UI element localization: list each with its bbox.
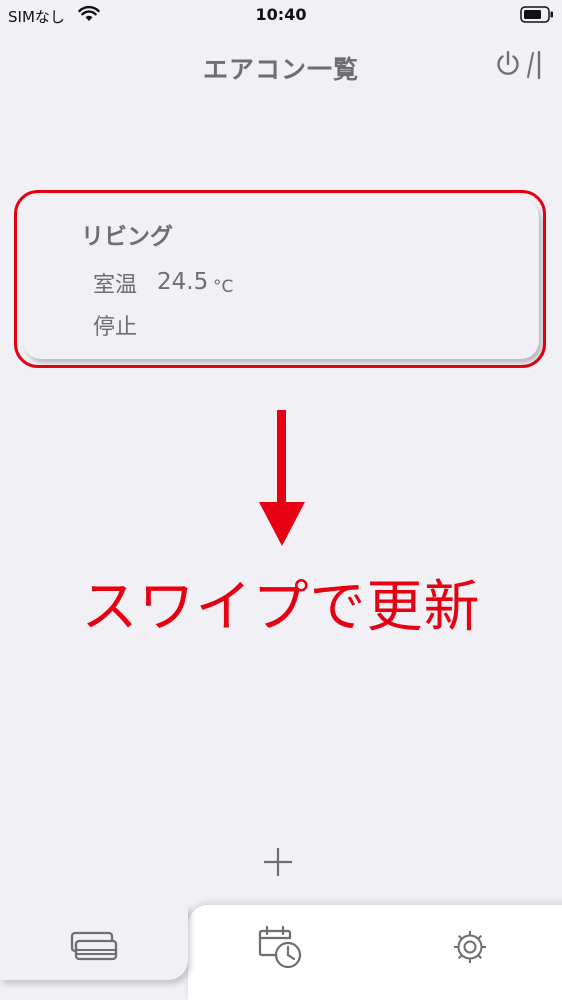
clock-time: 10:40	[255, 5, 307, 24]
tab-aircon-list[interactable]	[0, 905, 188, 980]
aircon-status: 停止	[93, 315, 138, 340]
plus-icon	[264, 848, 292, 876]
room-temp-unit: °C	[213, 277, 234, 297]
add-aircon-button[interactable]	[258, 842, 298, 882]
tab-timer[interactable]	[240, 919, 320, 979]
room-temp-value: 24.5	[157, 269, 209, 295]
aircon-card-highlight: リビング 室温 24.5 °C 停止	[14, 190, 546, 368]
power-toggle-button[interactable]	[494, 48, 544, 82]
battery-icon	[520, 6, 554, 27]
nav-bar: エアコン一覧	[0, 40, 562, 90]
arrow-down-icon	[259, 410, 305, 550]
calendar-timer-icon	[258, 925, 302, 969]
aircon-name: リビング	[81, 224, 173, 250]
aircon-card[interactable]: リビング 室温 24.5 °C 停止	[23, 199, 539, 359]
page-title: エアコン一覧	[202, 55, 359, 84]
power-icon	[497, 50, 541, 80]
gear-icon	[454, 931, 486, 963]
tab-bar	[0, 905, 562, 1000]
swipe-refresh-annotation: スワイプで更新	[81, 575, 481, 640]
tab-settings[interactable]	[430, 919, 510, 979]
room-temp-label: 室温	[93, 273, 138, 298]
status-bar: SIMなし 10:40	[0, 0, 562, 30]
aircon-list-icon	[70, 931, 118, 961]
